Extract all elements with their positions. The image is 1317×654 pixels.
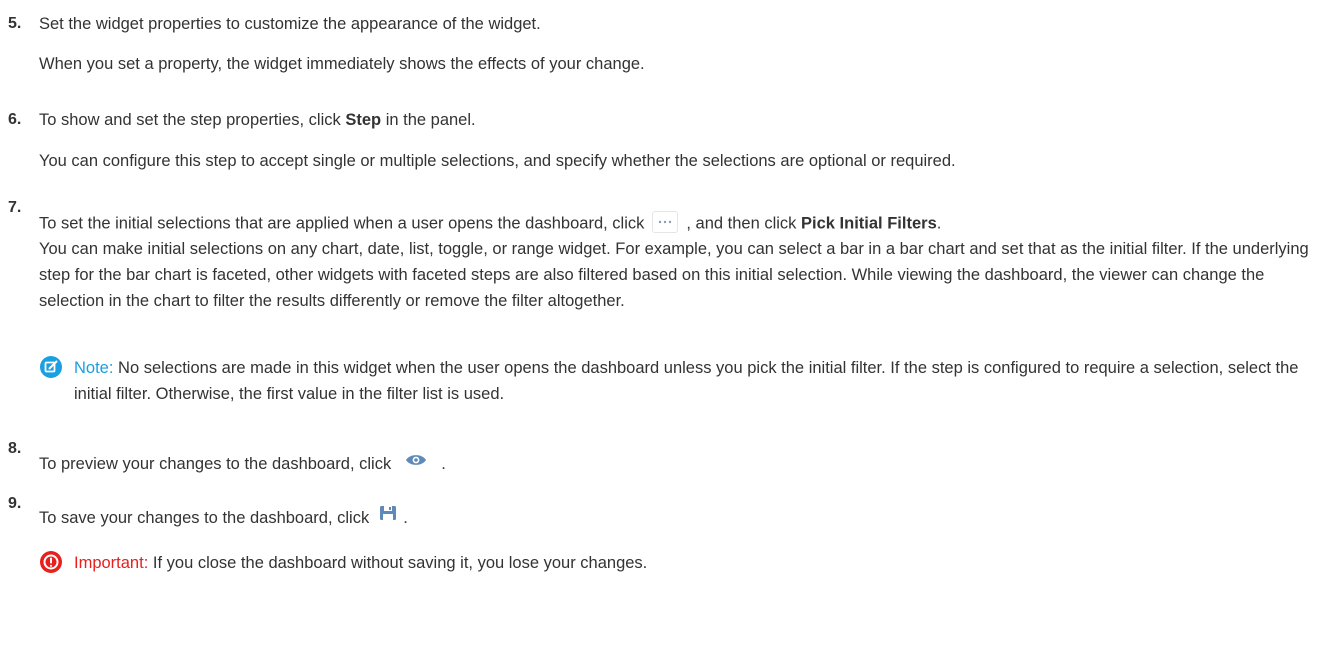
step-text-after: . <box>936 214 942 233</box>
step-text: To set the initial selections that are a… <box>39 211 942 235</box>
step-text-after: . <box>403 509 408 527</box>
step-text-after: . <box>441 455 446 473</box>
step-detail: You can configure this step to accept si… <box>39 152 956 170</box>
step-number: 5. <box>8 15 22 32</box>
step-number: 6. <box>8 111 22 128</box>
step-number: 9. <box>8 495 22 512</box>
note-edit-icon <box>39 355 63 384</box>
important-body: If you close the dashboard without savin… <box>152 554 648 572</box>
step-detail: When you set a property, the widget imme… <box>39 55 645 73</box>
important-label: Important: <box>74 554 149 572</box>
note-body: No selections are made in this widget wh… <box>74 359 1299 403</box>
document-page: 5. Set the widget properties to customiz… <box>0 0 1317 654</box>
step-bold-label: Step <box>345 111 382 129</box>
step-text-middle: , and then click <box>686 214 797 233</box>
step-number: 7. <box>8 199 22 216</box>
save-icon[interactable] <box>379 505 397 526</box>
important-text: Important: If you close the dashboard wi… <box>74 550 1309 576</box>
step-bold-label: Pick Initial Filters <box>801 214 937 233</box>
step-text-before: To preview your changes to the dashboard… <box>39 455 392 473</box>
note-label: Note: <box>74 359 114 377</box>
step-text: To preview your changes to the dashboard… <box>39 454 446 475</box>
step-number: 8. <box>8 440 22 457</box>
step-text: To show and set the step properties, cli… <box>39 110 476 130</box>
step-text-before: To set the initial selections that are a… <box>39 214 645 233</box>
step-text: To save your changes to the dashboard, c… <box>39 505 408 529</box>
step-text-after: in the panel. <box>385 111 476 129</box>
eye-icon[interactable] <box>405 452 427 472</box>
note-text: Note: No selections are made in this wid… <box>74 355 1309 407</box>
step-detail: You can make initial selections on any c… <box>39 240 1309 310</box>
more-options-icon[interactable] <box>652 211 679 233</box>
step-text-before: To save your changes to the dashboard, c… <box>39 509 370 527</box>
important-exclamation-icon <box>39 550 63 579</box>
step-text: Set the widget properties to customize t… <box>39 15 541 33</box>
step-text-before: To show and set the step properties, cli… <box>39 111 341 129</box>
